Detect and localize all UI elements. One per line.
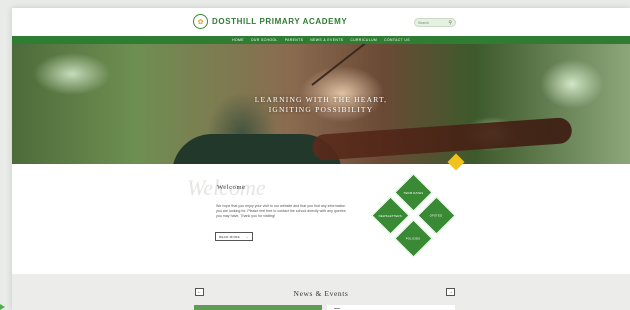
site-header: ✿ DOSTHILL PRIMARY ACADEMY Search ⚲ (12, 8, 630, 34)
search-placeholder: Search (418, 20, 430, 25)
hero-banner-image (12, 44, 630, 164)
news-card-line (334, 308, 340, 309)
nav-item-parents[interactable]: PARENTS (285, 38, 304, 42)
news-item-image[interactable] (194, 305, 322, 310)
hero-tagline-line1: LEARNING WITH THE HEART, (254, 95, 388, 104)
hero-tagline-line2: IGNITING POSSIBILITY (268, 105, 374, 114)
nav-item-our-school[interactable]: OUR SCHOOL (251, 38, 278, 42)
website-frame: ✿ DOSTHILL PRIMARY ACADEMY Search ⚲ HOME… (12, 8, 630, 310)
main-nav: HOME OUR SCHOOL PARENTS NEWS & EVENTS CU… (12, 36, 630, 44)
news-next-button[interactable]: → (446, 288, 455, 296)
read-more-label: READ MORE (219, 234, 240, 239)
nav-item-home[interactable]: HOME (232, 38, 244, 42)
news-item-card[interactable] (327, 305, 455, 310)
search-input[interactable]: Search ⚲ (414, 18, 456, 27)
quicklink-policies-label: POLICIES (406, 236, 421, 241)
arrow-right-icon: → (448, 289, 453, 295)
arrow-right-icon: → (245, 234, 249, 239)
welcome-heading: Welcome (217, 184, 246, 191)
play-icon[interactable] (0, 304, 5, 310)
quicklink-newsletters-label: NEWSLETTERS (378, 213, 403, 218)
school-name[interactable]: DOSTHILL PRIMARY ACADEMY (212, 17, 347, 26)
violin-bow-shape (311, 44, 416, 86)
welcome-intro-text: We hope that you enjoy your visit to our… (216, 204, 346, 218)
violin-shape (311, 116, 573, 162)
quicklink-term-dates-label: TERM DATES (403, 190, 424, 195)
read-more-button[interactable]: READ MORE → (215, 232, 253, 241)
nav-item-curriculum[interactable]: CURRICULUM (350, 38, 377, 42)
quicklink-ofsted-label: OFSTED (430, 213, 443, 218)
school-logo-icon[interactable]: ✿ (193, 14, 208, 29)
news-section-title: News & Events (293, 289, 349, 298)
nav-item-news-events[interactable]: NEWS & EVENTS (310, 38, 343, 42)
search-icon[interactable]: ⚲ (448, 20, 452, 26)
nav-item-contact-us[interactable]: CONTACT US (384, 38, 410, 42)
